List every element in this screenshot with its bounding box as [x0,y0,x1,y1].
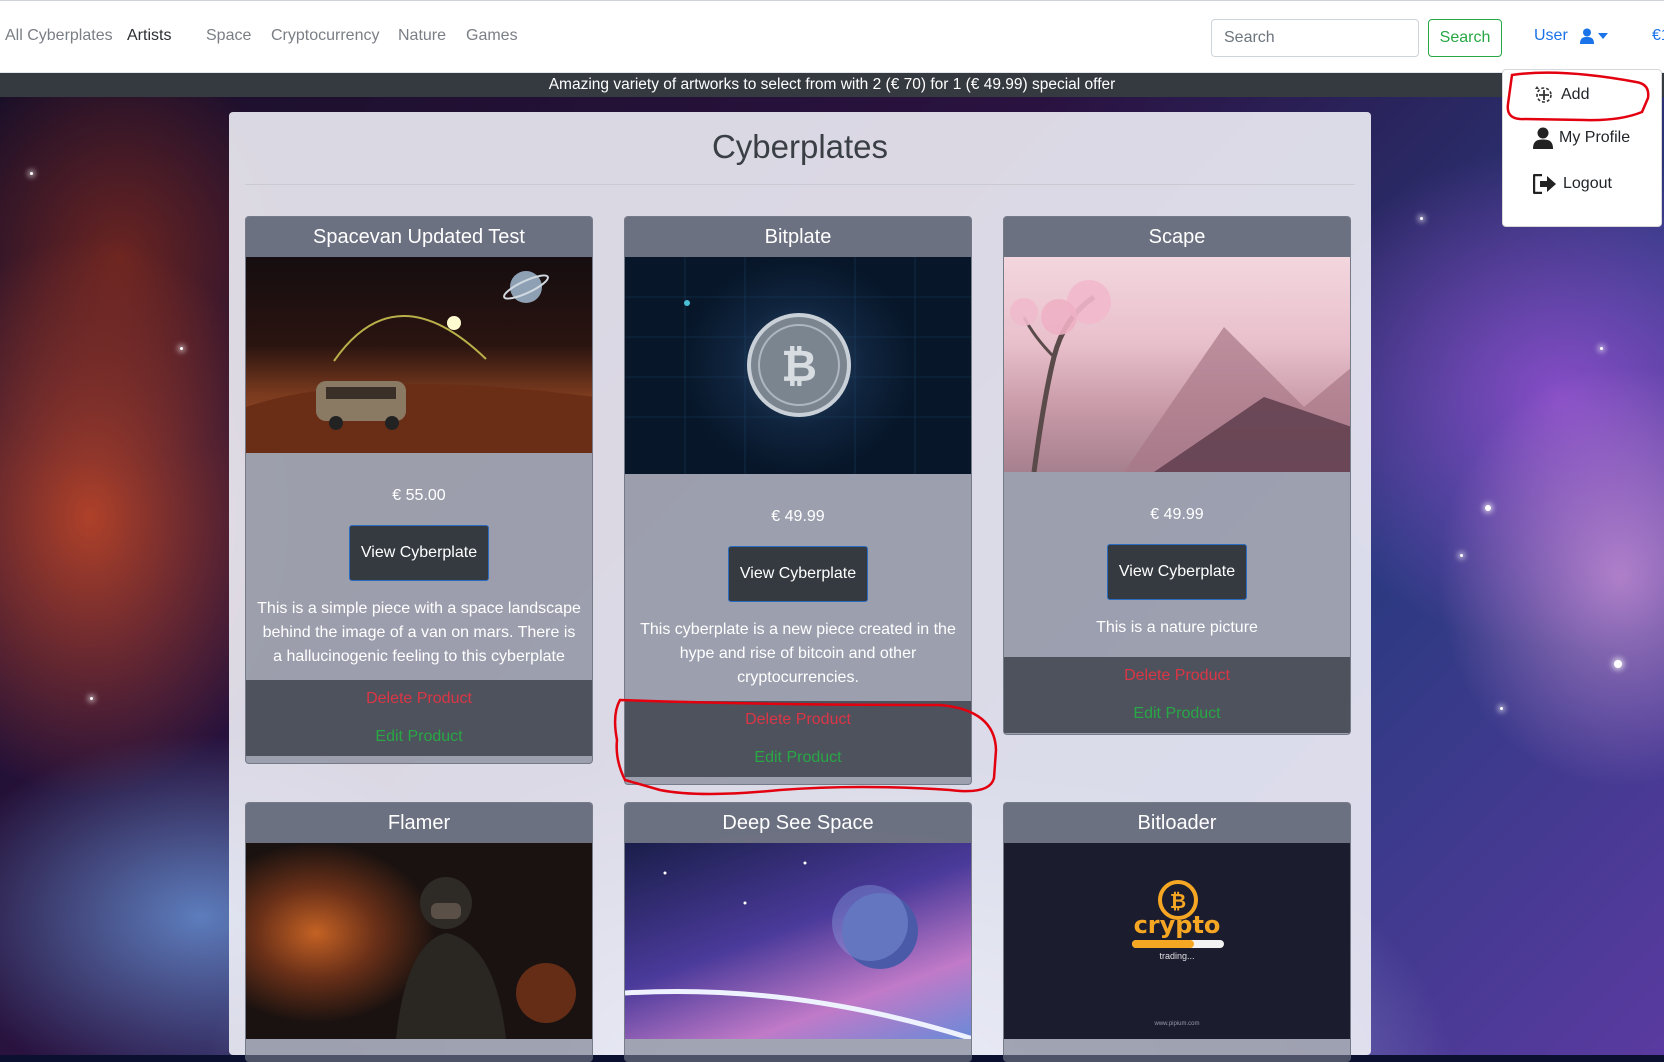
svg-text:₿: ₿ [1170,889,1186,913]
card-title: Deep See Space [625,803,971,843]
card-title: Scape [1004,217,1350,257]
product-card-spacevan: Spacevan Updated Test € 55.00 View Cyber… [245,216,593,764]
nav-nature[interactable]: Nature [398,27,446,45]
product-image: ₿ [625,257,971,474]
nav-games[interactable]: Games [466,27,518,45]
main-panel: Cyberplates Spacevan Updated Test € 55.0… [229,112,1371,1062]
logout-icon [1533,174,1556,194]
product-description: This cyberplate is a new piece created i… [640,621,956,686]
bitloader-logo-subtitle: trading... [1159,951,1195,961]
user-dropdown-menu: Add My Profile Logout [1502,69,1662,227]
delete-product-link[interactable]: Delete Product [1004,667,1350,685]
edit-product-link[interactable]: Edit Product [625,749,971,767]
edit-product-link[interactable]: Edit Product [1004,705,1350,723]
product-card-flamer: Flamer [245,802,593,1062]
user-menu-toggle[interactable]: User [1534,27,1608,45]
nav-space[interactable]: Space [206,27,251,45]
bitloader-logo-text: crypto [1133,911,1221,939]
product-image [246,257,592,453]
product-card-bitloader: Bitloader ₿ crypto trading... www.pipium… [1003,802,1351,1062]
product-image [625,843,971,1039]
product-card-scape: Scape € 49.99 View Cyberplate This is a … [1003,216,1351,735]
dropdown-item-logout[interactable]: Logout [1533,174,1612,194]
offer-banner: Amazing variety of artworks to select fr… [0,73,1664,97]
product-card-bitplate: Bitplate ₿ € 49.99 View Cyberplate This … [624,216,972,785]
nav-all-cyberplates[interactable]: All Cyberplates [5,27,113,45]
caret-down-icon [1597,33,1608,39]
edit-product-link[interactable]: Edit Product [246,728,592,746]
product-image [246,843,592,1039]
dropdown-item-my-profile[interactable]: My Profile [1533,127,1630,149]
user-menu-label: User [1534,27,1568,44]
page-title: Cyberplates [711,128,889,165]
search-button[interactable]: Search [1428,19,1502,57]
view-cyberplate-button[interactable]: View Cyberplate [1107,544,1247,600]
search-input[interactable] [1211,19,1419,57]
delete-product-link[interactable]: Delete Product [246,690,592,708]
product-card-deep-see-space: Deep See Space [624,802,972,1062]
card-footer: Delete Product Edit Product [625,701,971,777]
card-footer: Delete Product Edit Product [1004,657,1350,733]
card-title: Bitplate [625,217,971,257]
dropdown-logout-label: Logout [1563,175,1612,192]
card-title: Flamer [246,803,592,843]
product-price: € 55.00 [392,487,446,504]
card-title: Spacevan Updated Test [246,217,592,257]
product-price: € 49.99 [771,508,825,525]
product-image [1004,257,1350,472]
product-image: ₿ crypto trading... www.pipium.com [1004,843,1350,1039]
svg-text:₿: ₿ [781,341,817,392]
top-navbar: All Cyberplates Artists Space Cryptocurr… [0,0,1664,73]
add-icon [1535,86,1552,103]
product-description: This is a simple piece with a space land… [257,600,581,665]
title-divider [245,184,1355,185]
view-cyberplate-button[interactable]: View Cyberplate [728,546,868,602]
card-title: Bitloader [1004,803,1350,843]
currency-indicator[interactable]: €1 [1652,27,1664,45]
card-footer: Delete Product Edit Product [246,680,592,756]
delete-product-link[interactable]: Delete Product [625,711,971,729]
bitloader-logo-url: www.pipium.com [1154,1021,1200,1027]
nav-cryptocurrency[interactable]: Cryptocurrency [271,27,379,45]
dropdown-my-profile-label: My Profile [1559,129,1631,146]
dropdown-item-add[interactable]: Add [1533,85,1589,105]
view-cyberplate-button[interactable]: View Cyberplate [349,525,489,581]
product-description: This is a nature picture [1096,619,1258,636]
user-icon [1533,127,1553,149]
product-price: € 49.99 [1150,506,1204,523]
nav-artists[interactable]: Artists [127,27,171,45]
user-icon [1579,28,1608,44]
dropdown-add-label: Add [1561,86,1590,103]
